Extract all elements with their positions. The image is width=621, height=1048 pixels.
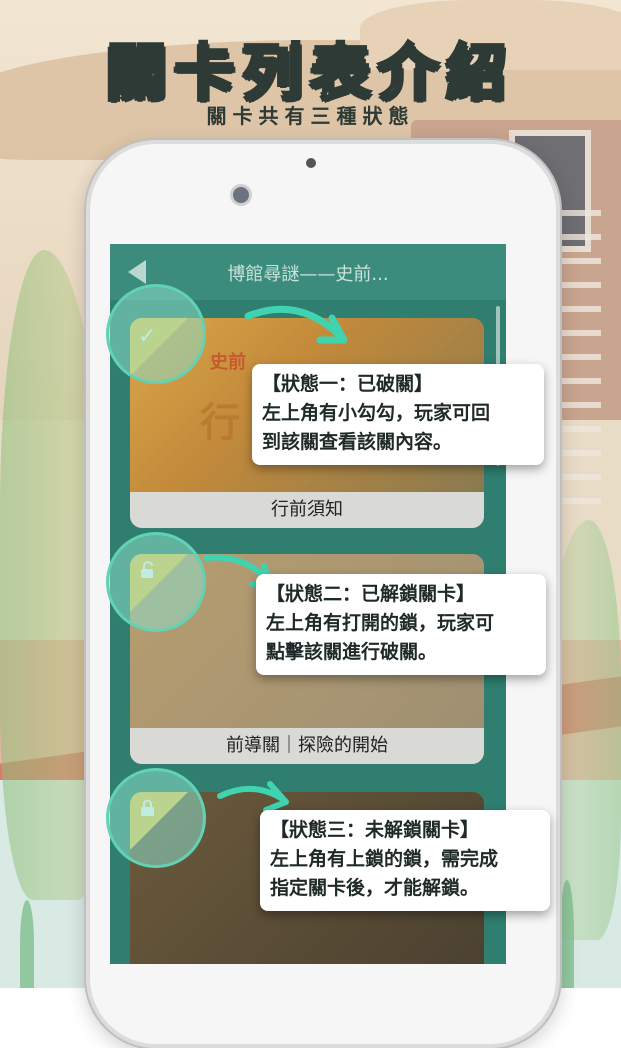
callout-line: 左上角有小勾勾，玩家可回 [262,402,491,424]
highlight-circle-3 [106,768,206,868]
page-subtitle: 關卡共有三種狀態 [206,104,415,128]
callout-title: 【狀態一：已破關】 [262,373,434,395]
callout-title: 【狀態三：未解鎖關卡】 [270,819,480,841]
phone-camera [230,184,252,206]
callout-state-3: 【狀態三：未解鎖關卡】 左上角有上鎖的鎖，需完成 指定關卡後，才能解鎖。 [260,810,550,911]
highlight-circle-1 [106,284,206,384]
highlight-circle-2 [106,532,206,632]
grass-blade [20,900,34,988]
page-title: 關卡列表介紹 [105,37,515,110]
callout-line: 點擊該關進行破關。 [266,641,438,663]
arrow-icon [244,305,348,344]
phone-speaker [306,158,316,168]
callout-line: 到該關查看該關內容。 [262,431,453,453]
level-label: 前導關｜探險的開始 [130,728,484,764]
callout-line: 左上角有打開的鎖，玩家可 [266,612,495,634]
level-label: 行前須知 [130,492,484,528]
callout-title: 【狀態二：已解鎖關卡】 [266,583,476,605]
callout-line: 指定關卡後，才能解鎖。 [270,877,480,899]
callout-line: 左上角有上鎖的鎖，需完成 [270,848,499,870]
callout-state-2: 【狀態二：已解鎖關卡】 左上角有打開的鎖，玩家可 點擊該關進行破關。 [256,574,546,675]
nav-title: 博館尋謎——史前... [227,264,389,285]
poster-character: 行 [200,400,240,446]
grass-blade [560,880,574,988]
callout-state-1: 【狀態一：已破關】 左上角有小勾勾，玩家可回 到該關查看該關內容。 [252,364,544,465]
